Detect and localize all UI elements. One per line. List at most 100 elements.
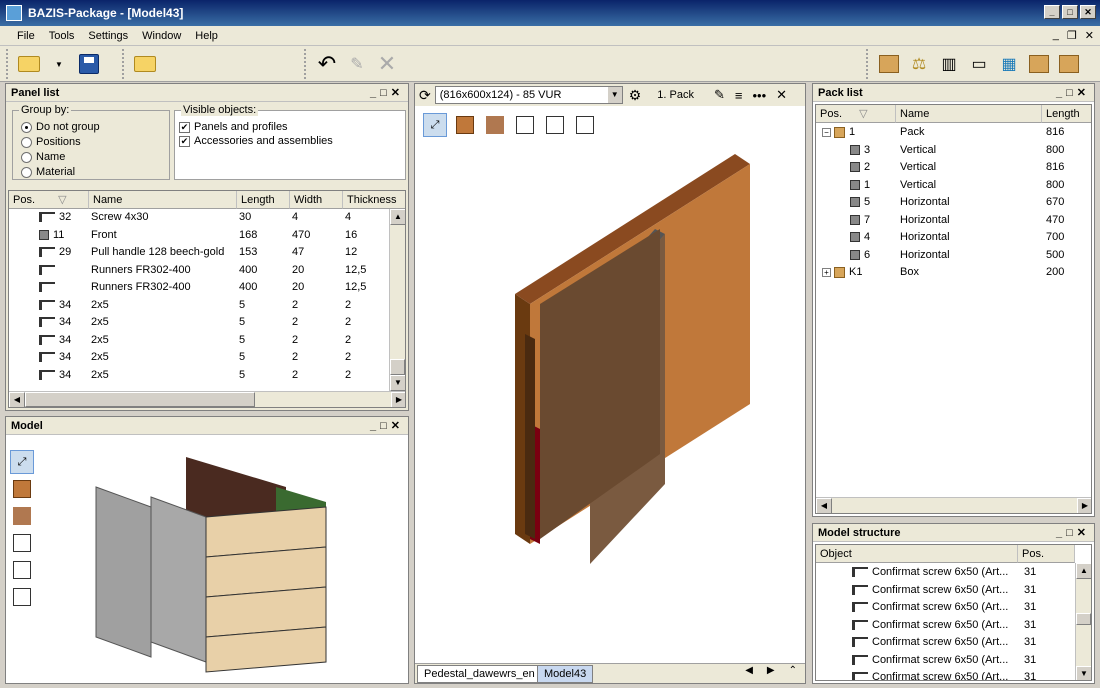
pack-col-pos[interactable]: Pos. ▽ [816,105,896,123]
save-button[interactable] [76,51,102,77]
more-icon[interactable]: ••• [752,88,766,103]
model-controls[interactable]: _□✕ [370,417,404,435]
close-pack-icon[interactable]: ✕ [776,87,787,103]
model-structure-controls[interactable]: _□✕ [1056,524,1090,542]
structure-scroll-down-button[interactable]: ▼ [1076,666,1091,680]
scroll-right-button[interactable]: ▶ [391,392,405,407]
table-row[interactable]: 34 2x5 5 2 2 [9,314,391,332]
pack-transparent-button[interactable] [573,113,597,137]
hidden-line-view-button[interactable] [10,558,34,582]
tab-next-icon[interactable]: ▶ [767,665,775,676]
tree-expander-icon[interactable]: − [822,127,831,137]
gear-icon[interactable]: ⚙ [629,87,642,104]
transparent-view-button[interactable] [10,585,34,609]
radio-material[interactable]: Material [21,166,75,178]
open-folder-button[interactable] [132,51,158,77]
pack-select[interactable]: (816x600x124) - 85 VUR ▼ [434,86,623,104]
pack-row[interactable]: −1 Pack 816 [816,124,1091,142]
structure-row[interactable]: Confirmat screw 6x50 (Art... 31 [816,599,1077,617]
export-pack-button[interactable] [1026,51,1052,77]
panel-list-vscroll[interactable]: ▲ ▼ [389,209,405,391]
scroll-down-button[interactable]: ▼ [390,375,405,391]
zoom-extents-button[interactable]: ⤢ [10,450,34,474]
radio-positions[interactable]: Positions [21,136,81,148]
structure-row[interactable]: Confirmat screw 6x50 (Art... 31 [816,564,1077,582]
tree-expander-icon[interactable]: + [822,267,831,277]
hscroll-thumb[interactable] [25,392,255,407]
table-row[interactable]: 11 Front 168 470 16 [9,227,391,245]
packages-button[interactable] [876,51,902,77]
pack-scroll-right-button[interactable]: ▶ [1077,498,1091,513]
struct-col-pos[interactable]: Pos. [1018,545,1075,563]
col-name[interactable]: Name [89,191,237,209]
scroll-thumb[interactable] [390,359,405,375]
tab-expand-icon[interactable]: ⌃ [789,665,797,676]
table-row[interactable]: 34 2x5 5 2 2 [9,349,391,367]
pack-row[interactable]: 6 Horizontal 500 [816,247,1091,265]
col-width[interactable]: Width [290,191,343,209]
checkbox-panels-and-profiles[interactable]: ✔ Panels and profiles [179,121,288,133]
mdi-restore-button[interactable]: ❐ [1067,29,1077,42]
close-window-button[interactable]: ✕ [1080,5,1096,19]
structure-row[interactable]: Confirmat screw 6x50 (Art... 31 [816,652,1077,670]
structure-row[interactable]: Confirmat screw 6x50 (Art... 31 [816,582,1077,600]
window-view-button[interactable]: ▭ [966,51,992,77]
tab-pedestal[interactable]: Pedestal_dawewrs_en [417,665,542,683]
pack-list-controls[interactable]: _□✕ [1056,84,1090,102]
table-row[interactable]: 34 2x5 5 2 2 [9,297,391,315]
open-button[interactable] [16,51,42,77]
dropdown-arrow-icon[interactable]: ▼ [607,87,622,103]
scroll-up-button[interactable]: ▲ [390,209,405,225]
panel-list-controls[interactable]: _□✕ [370,84,404,102]
delete-icon[interactable]: ✕ [374,51,400,77]
pack-hidden-button[interactable] [543,113,567,137]
menu-window[interactable]: Window [135,30,188,42]
minimize-button[interactable]: _ [1044,5,1060,19]
balance-button[interactable]: ⚖ [906,51,932,77]
open-dropdown-icon[interactable]: ▼ [46,51,72,77]
shaded-view-button[interactable] [10,477,34,501]
edit-icon[interactable]: ✎ [714,87,725,103]
align-icon[interactable]: ≡ [735,88,743,103]
menu-file[interactable]: File [10,30,42,42]
pack-col-length[interactable]: Length [1042,105,1091,123]
pack-texture-button[interactable] [483,113,507,137]
tab-model43[interactable]: Model43 [537,665,594,683]
checkbox-accessories-and-assemblies[interactable]: ✔ Accessories and assemblies [179,135,333,147]
pack-wire-button[interactable] [513,113,537,137]
table-row[interactable]: Runners FR302-400 400 20 12,5 [9,262,391,280]
col-thickness[interactable]: Thickness [343,191,405,209]
radio-do-not-group[interactable]: Do not group [21,121,100,133]
maximize-button[interactable]: □ [1062,5,1078,19]
undo-button[interactable]: ↶ [314,51,340,77]
wireframe-view-button[interactable] [10,531,34,555]
table-row[interactable]: 32 Screw 4x30 30 4 4 [9,209,391,227]
structure-scroll-thumb[interactable] [1076,613,1091,625]
mdi-minimize-button[interactable]: _ [1053,29,1059,42]
structure-vscroll[interactable]: ▲ ▼ [1075,563,1091,680]
barcode-button[interactable]: ▦ [996,51,1022,77]
pack-row[interactable]: 7 Horizontal 470 [816,212,1091,230]
col-length[interactable]: Length [237,191,290,209]
pack-row[interactable]: 3 Vertical 800 [816,142,1091,160]
struct-col-object[interactable]: Object [816,545,1018,563]
table-row[interactable]: 34 2x5 5 2 2 [9,332,391,350]
pack-row[interactable]: 5 Horizontal 670 [816,194,1091,212]
table-row[interactable]: 34 2x5 5 2 2 [9,367,391,385]
pack-row[interactable]: 4 Horizontal 700 [816,229,1091,247]
pack-zoom-extents-button[interactable]: ⤢ [423,113,447,137]
table-row[interactable]: Runners FR302-400 400 20 12,5 [9,279,391,297]
pack-3d-view[interactable] [455,144,775,624]
mdi-close-button[interactable]: ✕ [1085,29,1094,42]
refresh-icon[interactable]: ⟳ [419,87,431,104]
texture-view-button[interactable] [10,504,34,528]
columns-button[interactable]: ▥ [936,51,962,77]
structure-row[interactable]: Confirmat screw 6x50 (Art... 31 [816,617,1077,635]
model-3d-view[interactable] [86,447,346,677]
table-row[interactable]: 29 Pull handle 128 beech-gold 153 47 12 [9,244,391,262]
pack-row[interactable]: 2 Vertical 816 [816,159,1091,177]
menu-help[interactable]: Help [188,30,225,42]
pack-shaded-button[interactable] [453,113,477,137]
add-pack-button[interactable] [1056,51,1082,77]
menu-tools[interactable]: Tools [42,30,82,42]
